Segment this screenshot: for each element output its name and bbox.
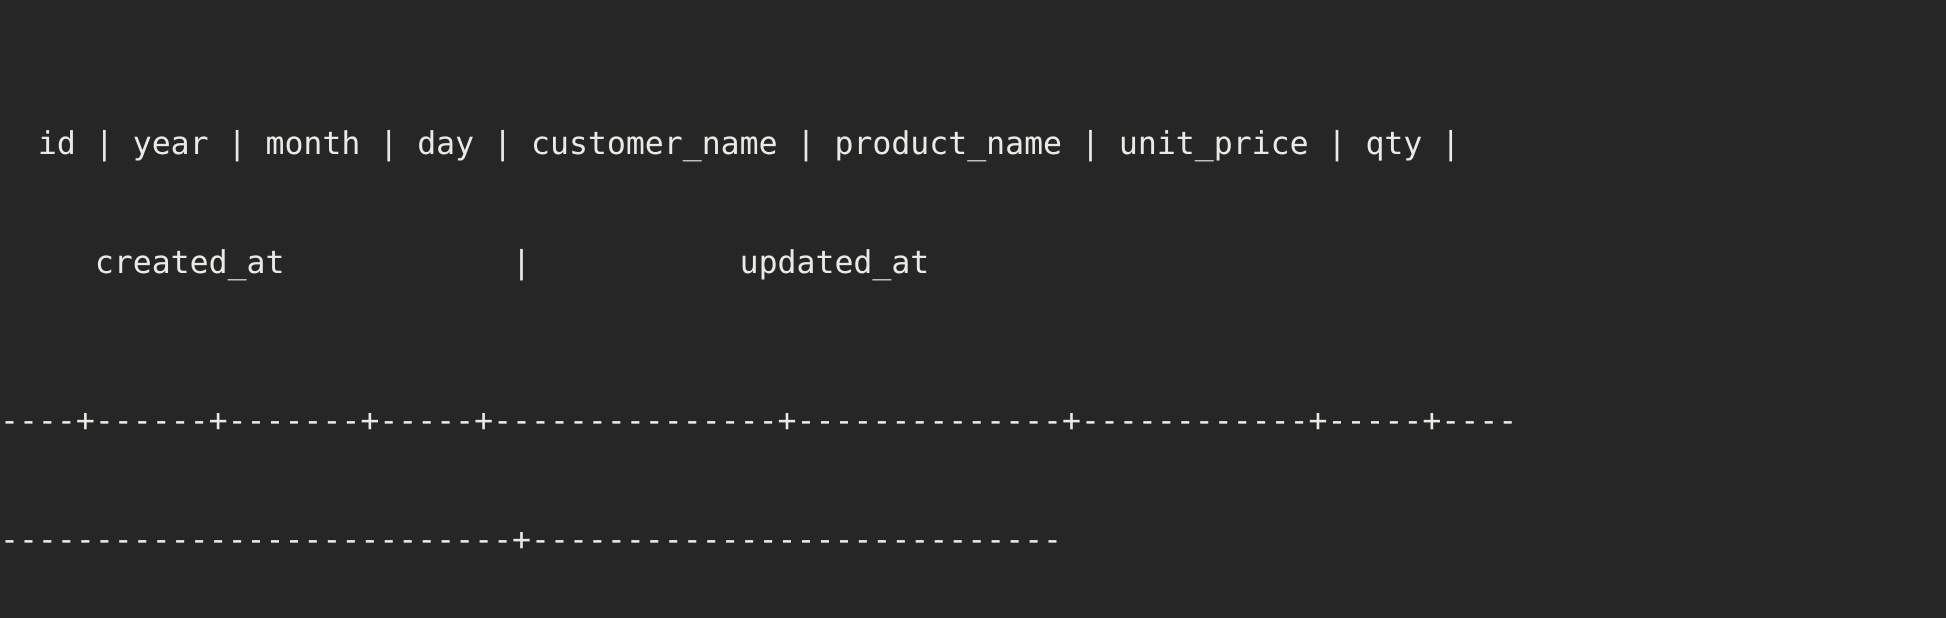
table-separator-line1: ----+------+-------+-----+--------------… <box>0 402 1518 439</box>
table-separator-line2: ---------------------------+------------… <box>0 521 1063 558</box>
table-header-row-line1: id | year | month | day | customer_name … <box>0 125 1480 162</box>
terminal-output[interactable]: id | year | month | day | customer_name … <box>0 0 1946 618</box>
table-header-row-line2: created_at | updated_at <box>0 244 930 281</box>
